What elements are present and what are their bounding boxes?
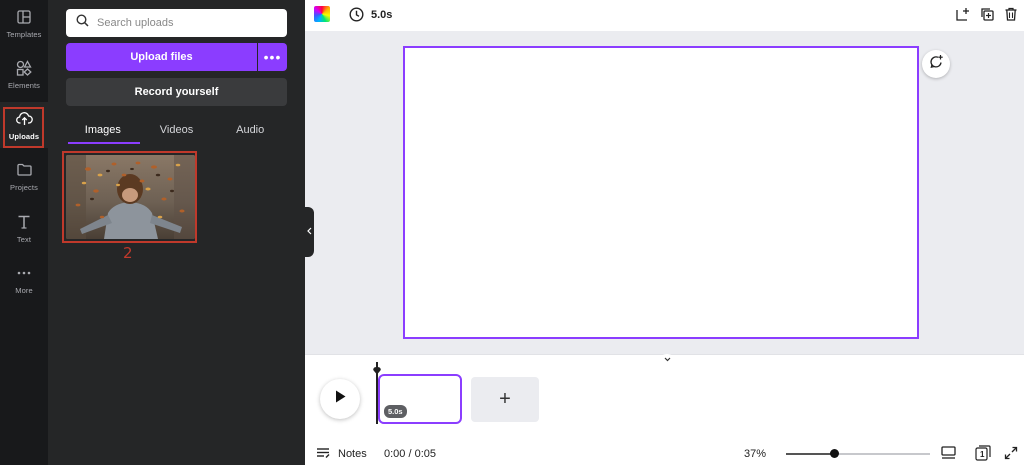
notes-button[interactable]: Notes [316,447,367,461]
rail-item-elements[interactable]: Elements [0,51,48,97]
page-count: 1 [980,450,985,459]
folder-icon [15,161,33,179]
design-canvas[interactable] [403,46,919,339]
page-duration[interactable]: 5.0s [371,9,392,21]
rail-label: More [15,285,33,295]
grid-view-icon[interactable] [941,446,956,460]
zoom-slider-fill [786,453,831,455]
rail-label: Templates [6,29,42,39]
upload-options-button[interactable]: ••• [258,43,287,71]
playback-time: 0:00 / 0:05 [384,448,436,460]
upload-files-button[interactable]: Upload files [66,43,257,71]
timeline-clip[interactable]: 5.0s [378,374,462,424]
refresh-plus-icon [929,54,944,74]
add-page-icon[interactable] [956,7,970,21]
tab-images[interactable]: Images [66,115,140,144]
delete-page-icon[interactable] [1004,7,1018,21]
layout-icon [15,8,33,26]
clock-icon[interactable] [349,7,364,22]
zoom-percentage[interactable]: 37% [744,448,766,460]
rail-label: Elements [7,80,41,90]
text-icon [15,213,33,231]
more-icon [15,264,33,282]
chevron-left-icon [307,227,312,237]
shapes-icon [15,59,33,77]
rail-item-more[interactable]: More [0,256,48,302]
add-clip-button[interactable]: + [471,377,539,422]
notes-label: Notes [338,448,367,460]
play-icon [335,390,346,408]
tab-audio[interactable]: Audio [213,115,287,144]
annotation-number-2: 2 [123,244,133,262]
fullscreen-icon[interactable] [1004,446,1018,460]
annotation-box-uploads [3,107,44,148]
rail-label: Projects [10,182,38,192]
collapse-panel-button[interactable] [305,207,314,257]
search-input[interactable] [97,17,277,29]
clip-duration-badge: 5.0s [384,405,407,418]
playhead-marker-icon[interactable] [373,362,381,375]
plus-icon: + [499,388,511,410]
left-rail: Templates Elements Uploads Projects Text… [0,0,48,465]
rail-item-text[interactable]: Text [0,205,48,251]
background-color-swatch[interactable] [314,6,330,22]
media-tabs: Images Videos Audio [66,115,287,144]
annotation-box-thumbnail [62,151,197,243]
search-box[interactable] [66,9,287,37]
more-options-icon: ••• [263,49,282,65]
chevron-down-icon [664,355,671,364]
search-icon [76,14,89,32]
notes-icon [316,447,330,461]
editor-toolbar: 5.0s [305,0,1024,31]
play-button[interactable] [320,379,360,419]
zoom-slider[interactable] [786,453,930,455]
rail-item-projects[interactable]: Projects [0,153,48,199]
zoom-slider-handle[interactable] [830,449,839,458]
duplicate-page-icon[interactable] [980,7,994,21]
tab-videos[interactable]: Videos [140,115,214,144]
regenerate-button[interactable] [922,50,950,78]
rail-label: Text [16,234,32,244]
record-yourself-button[interactable]: Record yourself [66,78,287,106]
rail-item-templates[interactable]: Templates [0,0,48,46]
